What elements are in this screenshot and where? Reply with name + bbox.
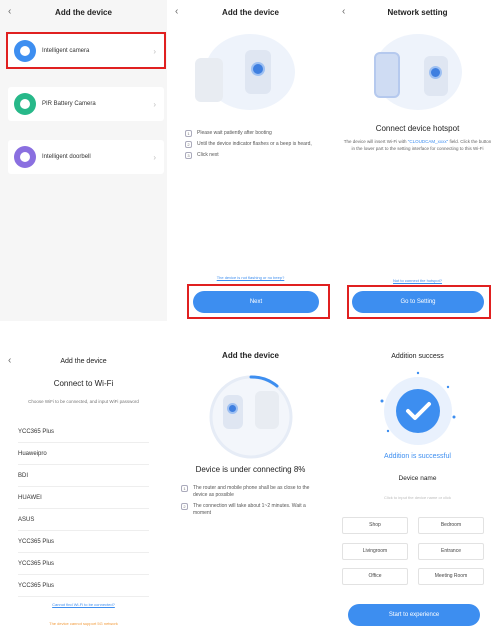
- ssid-text: "CLOUDCAM_xxxx": [407, 139, 449, 144]
- no-5g-support-link[interactable]: The device cannot support 5G network: [0, 621, 167, 626]
- addition-success-panel: Addition success Addition is successful …: [334, 321, 501, 642]
- chevron-right-icon: ›: [153, 152, 156, 162]
- wifi-network-item[interactable]: Huaweipro: [18, 443, 149, 465]
- room-option[interactable]: Office: [342, 568, 408, 585]
- router-illustration: [195, 58, 223, 102]
- connecting-status: Device is under connecting 8%: [195, 465, 306, 474]
- device-type-label: PIR Battery Camera: [42, 101, 96, 107]
- chevron-right-icon: ›: [153, 99, 156, 109]
- page-title: Add the device: [60, 358, 107, 365]
- success-message: Addition is successful: [384, 453, 451, 460]
- step-text: Click next: [197, 152, 219, 158]
- wifi-network-item[interactable]: YCC365 Plus: [18, 531, 149, 553]
- no-hotspot-link[interactable]: Not to connect the hotspot?: [334, 278, 501, 283]
- device-type-intelligent-doorbell[interactable]: Intelligent doorbell ›: [8, 140, 164, 174]
- page-title: Network setting: [387, 8, 448, 17]
- boot-device-panel: ‹ Add the device 1 Please wait patiently …: [167, 0, 334, 321]
- page-title: Add the device: [222, 8, 279, 17]
- battery-camera-icon: [14, 93, 36, 115]
- wifi-network-item[interactable]: ASUS: [18, 509, 149, 531]
- instruction-steps: 1 Please wait patiently after booting 2 Un…: [185, 130, 324, 163]
- success-icon: [380, 371, 456, 445]
- room-option[interactable]: Livingroom: [342, 543, 408, 560]
- wifi-network-item[interactable]: HUAWEI: [18, 487, 149, 509]
- device-name-label: Device name: [398, 475, 437, 482]
- tip-text: The connection will take about 1~2 minut…: [193, 503, 306, 516]
- network-setting-panel: ‹ Network setting Connect device hotspot…: [334, 0, 501, 321]
- step-text: Please wait patiently after booting: [197, 130, 272, 136]
- camera-lens-icon: [429, 66, 442, 79]
- room-option[interactable]: Shop: [342, 517, 408, 534]
- doorbell-icon: [14, 146, 36, 168]
- hotspot-heading: Connect device hotspot: [375, 124, 460, 133]
- connecting-panel: Add the device Device is under connectin…: [167, 321, 334, 642]
- highlight-box: [347, 285, 491, 319]
- wifi-network-item[interactable]: YCC365 Plus: [18, 553, 149, 575]
- cannot-find-wifi-link[interactable]: Cannot find Wi-Fi to be connected?: [0, 602, 167, 607]
- step-text: Until the device indicator flashes or a …: [197, 141, 312, 147]
- highlight-box: [6, 32, 166, 69]
- room-option[interactable]: Meeting Room: [418, 568, 484, 585]
- start-to-experience-button[interactable]: Start to experience: [348, 604, 480, 626]
- phone-illustration: [374, 52, 400, 98]
- wifi-select-panel: ‹ Add the device Connect to Wi-Fi Choose…: [0, 321, 167, 642]
- device-name-input[interactable]: Click to input the device name or click: [344, 495, 491, 500]
- wifi-note: Choose WiFi to be connected, and input W…: [28, 399, 139, 404]
- page-title: Add the device: [55, 8, 112, 17]
- highlight-box: [187, 284, 330, 319]
- camera-lens-icon: [251, 62, 265, 76]
- connecting-tips: 1 The router and mobile phone shall be as…: [181, 485, 324, 521]
- tip-text: The router and mobile phone shall be as …: [193, 485, 310, 498]
- no-flashing-link[interactable]: The device is not flashing or no beep?: [167, 275, 334, 280]
- device-type-label: Intelligent doorbell: [42, 154, 91, 160]
- add-device-panel: ‹ Add the device Intelligent camera › PI…: [0, 0, 167, 321]
- wifi-heading: Connect to Wi-Fi: [53, 379, 114, 388]
- camera-lens-icon: [227, 403, 238, 414]
- wifi-network-item[interactable]: YCC365 Plus: [18, 575, 149, 597]
- router-illustration: [255, 391, 279, 429]
- page-title: Addition success: [391, 353, 444, 360]
- device-type-pir-battery-camera[interactable]: PIR Battery Camera ›: [8, 87, 164, 121]
- room-option[interactable]: Entrance: [418, 543, 484, 560]
- hotspot-description: The device will insert Wi-Fi with "CLOUD…: [343, 139, 492, 151]
- wifi-network-item[interactable]: BDI: [18, 465, 149, 487]
- page-title: Add the device: [222, 351, 279, 360]
- progress-ring: [209, 375, 293, 459]
- room-option[interactable]: Bedroom: [418, 517, 484, 534]
- wifi-network-item[interactable]: YCC365 Plus: [18, 421, 149, 443]
